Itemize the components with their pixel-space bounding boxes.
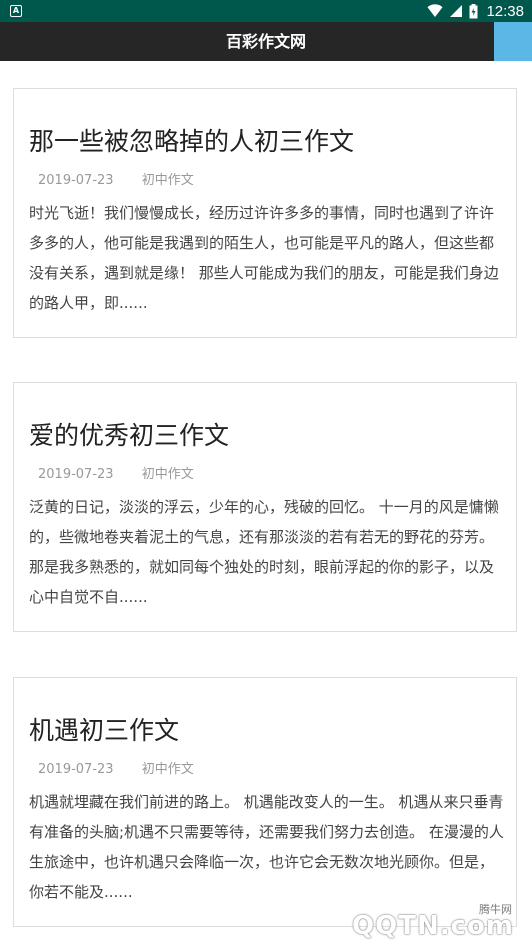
article-date: 2019-07-23 (38, 762, 114, 777)
a-notification-icon: A (10, 5, 22, 17)
article-excerpt: 机遇就埋藏在我们前进的路上。 机遇能改变人的一生。 机遇从来只垂青有准备的头脑;… (29, 793, 504, 901)
article-meta: 2019-07-23 初中作文 (38, 758, 194, 777)
status-time: 12:38 (486, 2, 524, 20)
article-title[interactable]: 那一些被忽略掉的人初三作文 (29, 122, 354, 158)
wifi-icon (427, 4, 443, 17)
signal-icon (450, 5, 463, 17)
article-category[interactable]: 初中作文 (142, 173, 194, 188)
watermark-logo-text: QQTN.com (352, 911, 514, 941)
app-bar: 百彩作文网 (0, 22, 532, 61)
article-card[interactable]: 机遇初三作文 2019-07-23 初中作文 机遇就埋藏在我们前进的路上。 机遇… (13, 677, 517, 927)
article-meta: 2019-07-23 初中作文 (38, 463, 194, 482)
status-bar: A 12:38 (0, 0, 532, 22)
article-meta: 2019-07-23 初中作文 (38, 169, 194, 188)
article-title[interactable]: 机遇初三作文 (29, 711, 179, 747)
article-excerpt: 泛黄的日记，淡淡的浮云，少年的心，残破的回忆。 十一月的风是慵懒的，些微地卷夹着… (29, 498, 499, 606)
article-category[interactable]: 初中作文 (142, 762, 194, 777)
watermark: 腾牛网 QQTN.com (320, 895, 520, 941)
article-category[interactable]: 初中作文 (142, 467, 194, 482)
app-title: 百彩作文网 (225, 32, 306, 51)
status-icons: 12:38 (427, 2, 524, 20)
battery-icon (469, 3, 478, 18)
article-card[interactable]: 那一些被忽略掉的人初三作文 2019-07-23 初中作文 时光飞逝！我们慢慢成… (13, 88, 517, 338)
article-excerpt: 时光飞逝！我们慢慢成长，经历过许许多多的事情，同时也遇到了许许多多的人，他可能是… (29, 204, 499, 312)
article-date: 2019-07-23 (38, 173, 114, 188)
article-date: 2019-07-23 (38, 467, 114, 482)
app-bar-accent-button[interactable] (494, 22, 532, 61)
article-title[interactable]: 爱的优秀初三作文 (29, 416, 229, 452)
article-card[interactable]: 爱的优秀初三作文 2019-07-23 初中作文 泛黄的日记，淡淡的浮云，少年的… (13, 382, 517, 632)
